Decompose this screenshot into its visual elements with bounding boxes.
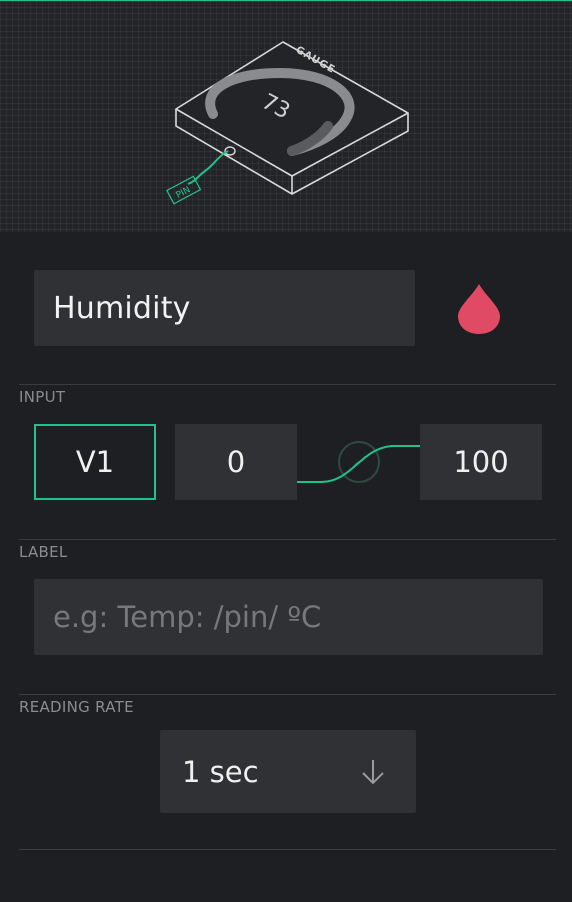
- reading-rate-select[interactable]: 1 sec: [160, 730, 416, 813]
- min-value-field[interactable]: 0: [175, 424, 297, 500]
- divider: [19, 694, 556, 695]
- drop-icon[interactable]: [456, 283, 502, 335]
- pin-selector[interactable]: V1: [34, 424, 156, 500]
- divider: [19, 849, 556, 850]
- pin-tag: PIN: [175, 185, 193, 201]
- reading-rate-section-title: READING RATE: [19, 698, 134, 716]
- max-value: 100: [453, 445, 509, 479]
- label-field[interactable]: [34, 579, 543, 655]
- mapping-curve-icon[interactable]: [297, 424, 420, 500]
- widget-name-value: Humidity: [53, 290, 191, 326]
- gauge-device-illustration: 73 GAUGE PIN: [166, 41, 409, 205]
- label-input[interactable]: [53, 600, 543, 634]
- reading-rate-value: 1 sec: [182, 754, 259, 789]
- arrow-down-icon: [362, 759, 384, 784]
- max-value-field[interactable]: 100: [420, 424, 542, 500]
- divider: [19, 384, 556, 385]
- divider: [19, 539, 556, 540]
- label-section-title: LABEL: [19, 543, 68, 561]
- input-section-title: INPUT: [19, 388, 66, 406]
- widget-preview: 73 GAUGE PIN: [0, 0, 572, 232]
- widget-name-field[interactable]: Humidity: [34, 270, 415, 346]
- min-value: 0: [226, 445, 246, 479]
- pin-value: V1: [75, 445, 115, 479]
